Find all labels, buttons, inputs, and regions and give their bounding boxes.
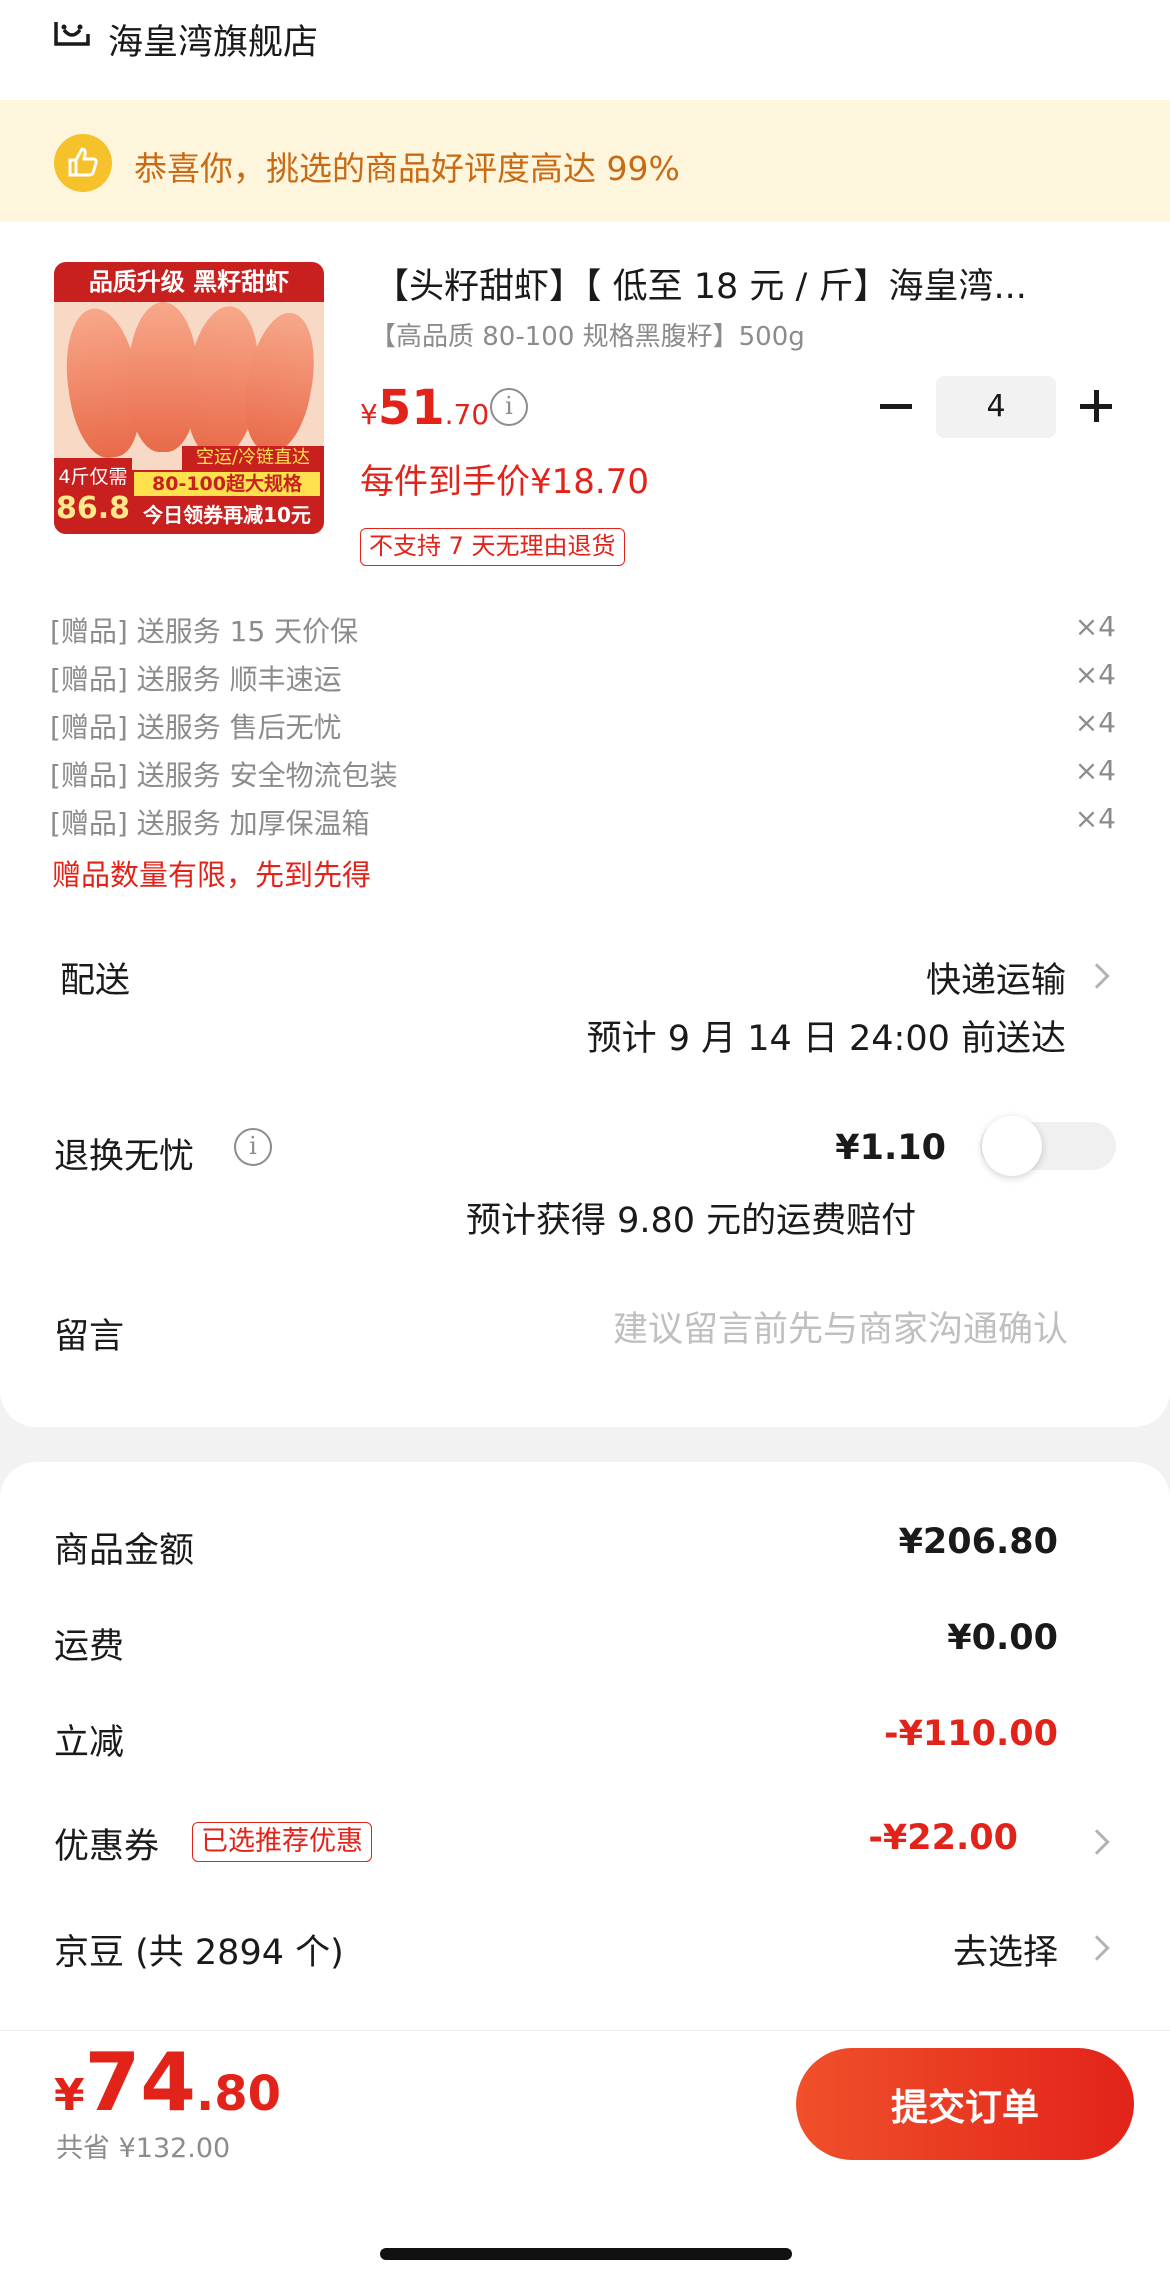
gift-label: [赠品] 送服务 15 天价保: [50, 615, 359, 648]
quantity-increase-button[interactable]: [1072, 382, 1120, 430]
toggle-knob: [982, 1116, 1042, 1176]
delivery-label: 配送: [60, 961, 131, 1001]
image-air-tag: 空运/冷链直达: [182, 446, 324, 470]
instant-discount-label: 立减: [54, 1723, 125, 1763]
total-decimal: .80: [195, 2066, 281, 2122]
no-return-tag: 不支持 7 天无理由退货: [360, 528, 625, 566]
goods-amount-value: ¥206.80: [898, 1522, 1058, 1562]
insurance-label: 退换无忧: [54, 1137, 195, 1177]
store-name[interactable]: 海皇湾旗舰店: [108, 14, 318, 65]
quantity-decrease-button[interactable]: [872, 382, 920, 430]
gift-qty: ×4: [1074, 754, 1116, 787]
product-spec[interactable]: 【高品质 80-100 规格黑腹籽】500g: [370, 316, 805, 353]
gift-label: [赠品] 送服务 售后无忧: [50, 711, 342, 744]
image-side-tag: 4斤仅需 86.8: [54, 458, 132, 534]
gift-row: [赠品] 送服务 安全物流包装 ×4: [0, 754, 1170, 798]
price-decimal: .70: [444, 398, 490, 431]
coupon-value[interactable]: -¥22.00: [868, 1818, 1018, 1858]
total-saved: 共省 ¥132.00: [56, 2133, 231, 2164]
store-icon: [52, 18, 92, 54]
gift-row: [赠品] 送服务 售后无忧 ×4: [0, 706, 1170, 750]
shipping-fee-label: 运费: [54, 1627, 125, 1667]
message-label: 留言: [54, 1317, 125, 1357]
product-price: ¥51.70: [360, 380, 489, 436]
image-coupon-text: 今日领券再减10元: [143, 503, 311, 527]
price-currency: ¥: [360, 398, 378, 431]
gift-qty: ×4: [1074, 658, 1116, 691]
thumbs-up-icon: [54, 134, 112, 192]
instant-discount-value: -¥110.00: [884, 1714, 1058, 1754]
image-side-tag-text: 4斤仅需: [58, 466, 128, 488]
message-input[interactable]: [360, 1306, 1068, 1354]
image-headline: 品质升级 黑籽甜虾: [54, 262, 324, 302]
gift-qty: ×4: [1074, 802, 1116, 835]
delivery-eta: 预计 9 月 14 日 24:00 前送达: [586, 1019, 1066, 1059]
gift-label: [赠品] 送服务 加厚保温箱: [50, 807, 370, 840]
gift-row: [赠品] 送服务 加厚保温箱 ×4: [0, 802, 1170, 846]
image-size-tag: 80-100超大规格: [134, 472, 320, 496]
gift-label: [赠品] 送服务 顺丰速运: [50, 663, 342, 696]
product-title[interactable]: 【头籽甜虾】【 低至 18 元 / 斤】海皇湾...: [374, 258, 1027, 309]
shipping-method[interactable]: 快递运输: [926, 952, 1066, 1003]
banner-text: 恭喜你，挑选的商品好评度高达 99%: [134, 149, 680, 188]
product-image[interactable]: 品质升级 黑籽甜虾 空运/冷链直达 80-100超大规格 今日领券再减10元 4…: [54, 262, 324, 534]
jd-beans-select[interactable]: 去选择: [953, 1924, 1058, 1975]
coupon-selected-tag: 已选推荐优惠: [192, 1822, 372, 1862]
image-side-price: 86.8: [55, 491, 131, 526]
goods-amount-label: 商品金额: [54, 1531, 195, 1571]
price-info-icon[interactable]: i: [490, 388, 528, 426]
gift-limited-note: 赠品数量有限，先到先得: [52, 858, 372, 892]
insurance-info-icon[interactable]: i: [234, 1128, 272, 1166]
gift-row: [赠品] 送服务 15 天价保 ×4: [0, 610, 1170, 654]
quantity-value[interactable]: 4: [936, 376, 1056, 438]
total-integer: 74: [84, 2036, 196, 2129]
insurance-note: 预计获得 9.80 元的运费赔付: [466, 1201, 917, 1241]
insurance-price: ¥1.10: [835, 1128, 946, 1168]
insurance-toggle[interactable]: [980, 1116, 1116, 1176]
jd-beans-label: 京豆 (共 2894 个): [54, 1933, 344, 1973]
submit-order-button[interactable]: 提交订单: [796, 2048, 1134, 2160]
shipping-fee-value: ¥0.00: [947, 1618, 1058, 1658]
gift-qty: ×4: [1074, 610, 1116, 643]
gift-label: [赠品] 送服务 安全物流包装: [50, 759, 398, 792]
per-item-price: 每件到手价¥18.70: [360, 462, 649, 502]
gift-qty: ×4: [1074, 706, 1116, 739]
total-price: ¥74.80: [54, 2036, 281, 2129]
home-indicator: [380, 2248, 792, 2260]
total-currency: ¥: [54, 2070, 85, 2121]
gift-row: [赠品] 送服务 顺丰速运 ×4: [0, 658, 1170, 702]
coupon-label: 优惠券: [54, 1827, 160, 1867]
price-integer: 51: [377, 380, 445, 436]
